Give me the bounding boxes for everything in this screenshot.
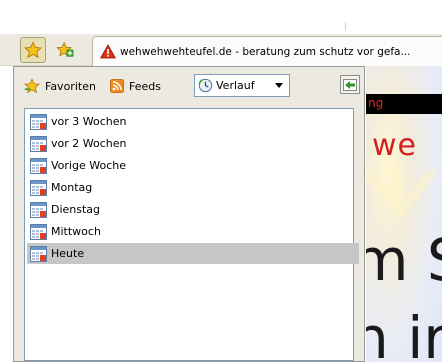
calendar-icon: [30, 135, 47, 152]
history-item-label: vor 3 Wochen: [51, 115, 127, 128]
calendar-icon: [30, 113, 47, 130]
add-favorite-icon: [56, 41, 74, 57]
history-item-label: Heute: [51, 247, 85, 260]
feeds-tab-button[interactable]: Feeds: [110, 77, 161, 95]
history-view-select[interactable]: Verlauf: [194, 74, 290, 97]
feeds-tab-label: Feeds: [129, 79, 161, 93]
history-item-montag[interactable]: Montag: [27, 177, 359, 198]
history-item-label: Montag: [51, 181, 93, 194]
favorites-toolbar: wehwehwehteufel.de - beratung zum schutz…: [0, 34, 442, 66]
history-item-label: Mittwoch: [51, 225, 101, 238]
calendar-icon: [30, 245, 47, 262]
tab-title: wehwehwehteufel.de - beratung zum schutz…: [120, 45, 411, 58]
history-list: vor 3 Wochen vor 2 Wochen Vorige Woche M…: [24, 108, 359, 361]
browser-tab[interactable]: wehwehwehteufel.de - beratung zum schutz…: [92, 36, 442, 66]
favorites-center-button[interactable]: [20, 37, 46, 63]
calendar-icon: [30, 179, 47, 196]
history-select-value: Verlauf: [216, 79, 255, 92]
history-item-dienstag[interactable]: Dienstag: [27, 199, 359, 220]
calendar-icon: [30, 157, 47, 174]
favorites-center-panel: Favoriten Feeds Verlauf vor 3 Wochen vor…: [13, 66, 365, 362]
history-item-label: Vorige Woche: [51, 159, 126, 172]
favorites-tab-button[interactable]: Favoriten: [24, 77, 96, 95]
history-item-mittwoch[interactable]: Mittwoch: [27, 221, 359, 242]
window-top-area: [0, 0, 442, 34]
separator: [345, 22, 346, 31]
page-heading: we: [372, 128, 417, 163]
history-item-vor-2-wochen[interactable]: vor 2 Wochen: [27, 133, 359, 154]
page-large-text-1: m S: [366, 226, 442, 294]
calendar-icon: [30, 223, 47, 240]
history-item-label: vor 2 Wochen: [51, 137, 127, 150]
history-clock-icon: [198, 78, 213, 93]
favorites-star-icon: [24, 41, 42, 59]
calendar-icon: [30, 201, 47, 218]
banner-text: ng: [368, 96, 384, 110]
panel-header: Favoriten Feeds Verlauf: [14, 67, 364, 105]
favorites-star-icon: [24, 78, 40, 94]
favorites-tab-label: Favoriten: [45, 79, 96, 93]
chevron-down-icon[interactable]: [271, 77, 287, 94]
history-item-vorige-woche[interactable]: Vorige Woche: [27, 155, 359, 176]
page-large-text-2: n ir: [366, 304, 442, 362]
add-to-favorites-button[interactable]: [52, 37, 78, 63]
history-item-label: Dienstag: [51, 203, 101, 216]
dock-arrow-icon: [343, 78, 357, 91]
warning-icon: [100, 44, 116, 59]
web-page-content: ng we m S n ir: [366, 66, 442, 362]
history-item-heute[interactable]: Heute: [27, 243, 359, 264]
feeds-icon: [110, 79, 124, 93]
pin-panel-button[interactable]: [340, 75, 360, 94]
history-item-vor-3-wochen[interactable]: vor 3 Wochen: [27, 111, 359, 132]
